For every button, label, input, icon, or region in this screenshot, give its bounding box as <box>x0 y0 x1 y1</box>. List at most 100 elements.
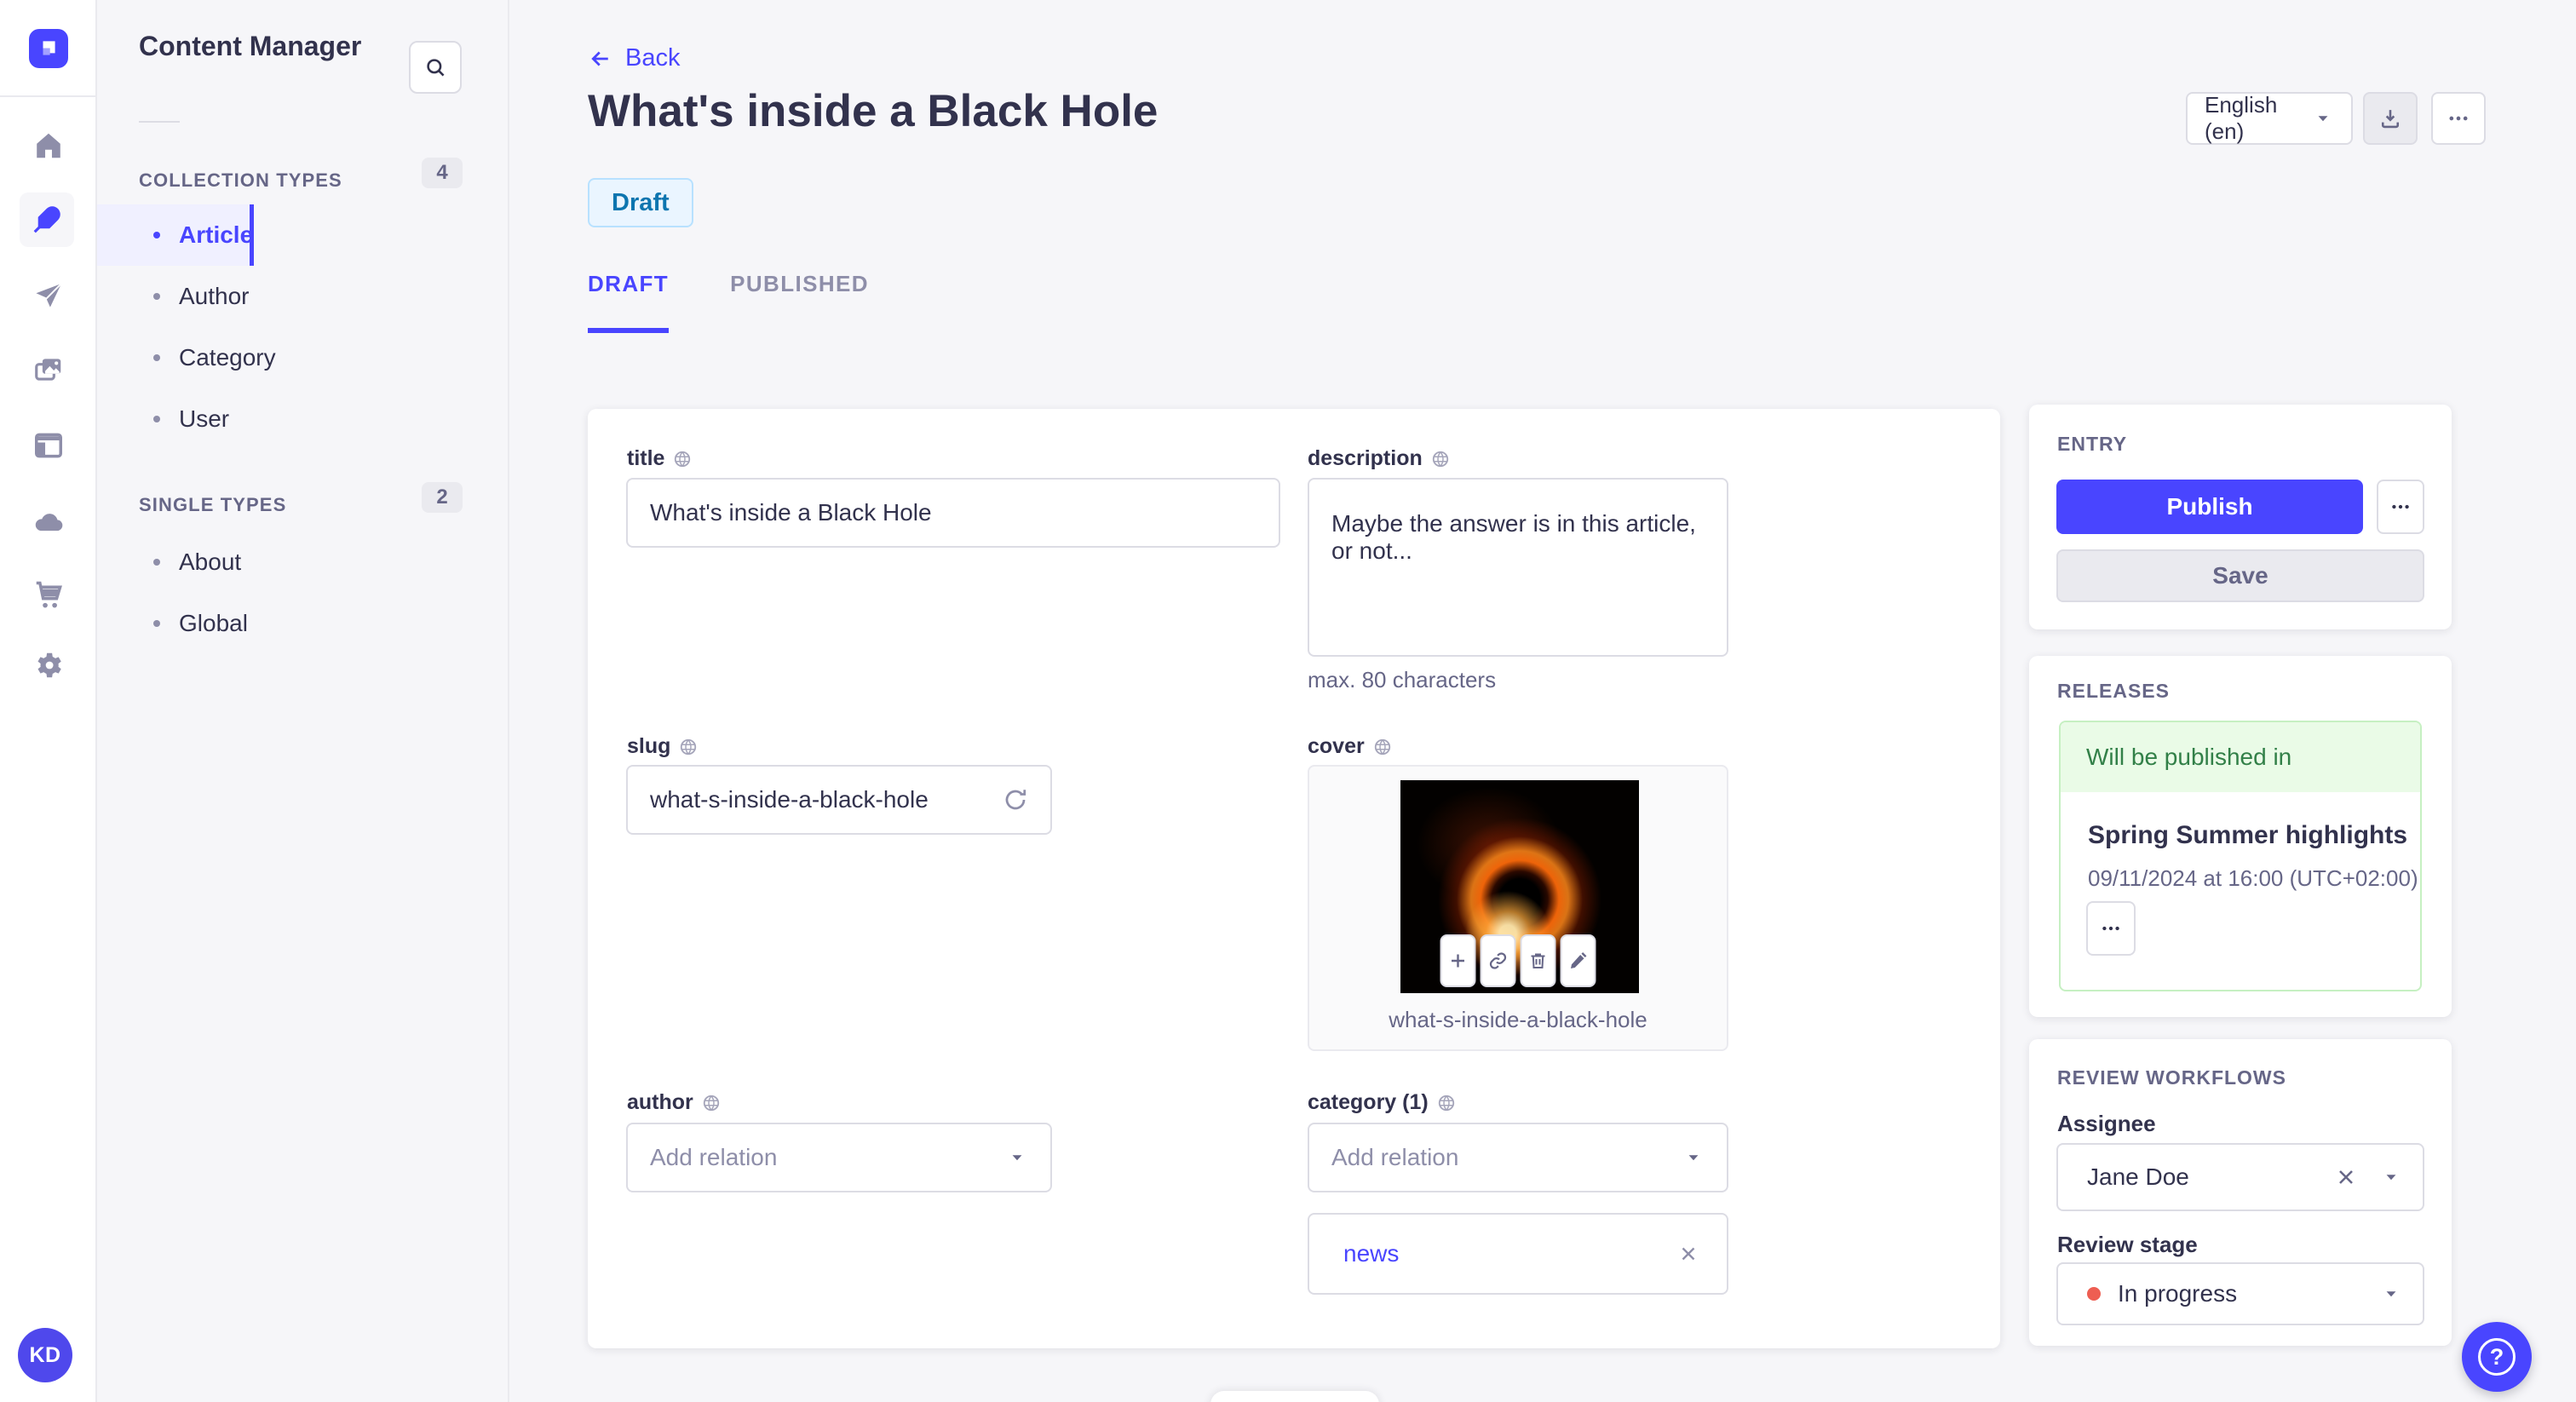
release-more-options-button[interactable] <box>2086 901 2136 956</box>
arrow-left-icon <box>588 46 613 72</box>
back-label: Back <box>625 44 681 72</box>
sidebar-item-label: User <box>179 405 230 432</box>
relation-placeholder: Add relation <box>650 1144 778 1170</box>
panel-title: Content Manager <box>139 31 362 61</box>
sidebar-item-label: About <box>179 549 242 575</box>
releases-panel-title: RELEASES <box>2057 680 2170 702</box>
globe-icon <box>679 738 698 756</box>
sidebar-item-user[interactable]: User <box>97 388 254 450</box>
sidebar-item-author[interactable]: Author <box>97 266 254 327</box>
title-input-value: What's inside a Black Hole <box>650 499 932 526</box>
strapi-logo-icon[interactable] <box>29 29 68 68</box>
link-icon <box>1488 951 1509 971</box>
sidebar-item-label: Article <box>179 221 254 248</box>
author-relation-select[interactable]: Add relation <box>626 1123 1052 1192</box>
description-textarea[interactable]: Maybe the answer is in this article, or … <box>1308 478 1728 657</box>
download-icon <box>2378 106 2402 130</box>
globe-icon <box>1437 1094 1456 1112</box>
assignee-label: Assignee <box>2057 1111 2156 1136</box>
slug-input[interactable]: what-s-inside-a-black-hole <box>626 765 1052 835</box>
help-question-icon: ? <box>2478 1338 2516 1376</box>
author-field-label: author <box>627 1090 721 1115</box>
remove-relation-icon[interactable] <box>1677 1243 1699 1265</box>
delete-media-button[interactable] <box>1520 934 1556 987</box>
bullet-icon <box>153 354 160 361</box>
sidebar-item-article[interactable]: Article <box>97 204 254 266</box>
field-label-text: description <box>1308 446 1423 470</box>
bullet-icon <box>153 620 160 627</box>
description-field-label: description <box>1308 446 1450 471</box>
relation-link-news[interactable]: news <box>1343 1240 1399 1267</box>
globe-icon <box>702 1094 721 1112</box>
back-link[interactable]: Back <box>588 44 680 72</box>
title-input[interactable]: What's inside a Black Hole <box>626 478 1280 548</box>
slug-field-label: slug <box>627 734 698 759</box>
slug-input-value: what-s-inside-a-black-hole <box>650 786 929 813</box>
help-button[interactable]: ? <box>2462 1322 2532 1392</box>
assignee-select[interactable]: Jane Doe <box>2056 1143 2424 1211</box>
title-field-label: title <box>627 446 692 471</box>
field-label-text: slug <box>627 734 671 758</box>
export-download-button[interactable] <box>2363 92 2418 145</box>
entry-panel-title: ENTRY <box>2057 433 2128 455</box>
publish-button[interactable]: Publish <box>2056 480 2363 534</box>
release-date: 09/11/2024 at 16:00 (UTC+02:00) <box>2088 865 2418 891</box>
category-relation-select[interactable]: Add relation <box>1308 1123 1728 1192</box>
content-manager-feather-icon[interactable] <box>20 192 74 247</box>
header-more-options-button[interactable] <box>2431 92 2486 145</box>
trash-icon <box>1528 951 1549 971</box>
sidebar-item-category[interactable]: Category <box>97 327 276 388</box>
edit-media-button[interactable] <box>1560 934 1596 987</box>
globe-icon <box>1373 738 1392 756</box>
home-icon[interactable] <box>0 129 97 162</box>
category-field-label: category (1) <box>1308 1090 1456 1115</box>
search-button[interactable] <box>409 41 462 94</box>
more-options-icon <box>2100 917 2122 939</box>
review-stage-select[interactable]: In progress <box>2056 1262 2424 1325</box>
user-avatar[interactable]: KD <box>18 1328 72 1382</box>
sidebar-item-global[interactable]: Global <box>97 593 254 654</box>
save-button[interactable]: Save <box>2056 549 2424 602</box>
review-workflows-panel: REVIEW WORKFLOWS Assignee Jane Doe Revie… <box>2029 1039 2452 1346</box>
regenerate-slug-icon[interactable] <box>1003 787 1028 813</box>
description-hint: max. 80 characters <box>1308 667 1497 692</box>
chevron-down-icon <box>2380 1283 2402 1305</box>
count-badge: 2 <box>422 482 463 513</box>
sidebar-item-label: Category <box>179 344 276 371</box>
locale-select-value: English (en) <box>2205 92 2278 144</box>
locale-select[interactable]: English (en) <box>2186 92 2353 145</box>
tab-draft[interactable]: DRAFT <box>588 271 670 333</box>
cloud-icon[interactable] <box>0 505 97 537</box>
next-section-peek <box>1210 1391 1379 1402</box>
copy-link-button[interactable] <box>1480 934 1516 987</box>
release-name[interactable]: Spring Summer highlights <box>2088 821 2407 850</box>
marketplace-cart-icon[interactable] <box>0 578 97 611</box>
globe-icon <box>1431 450 1450 468</box>
search-icon <box>423 55 447 79</box>
chevron-down-icon <box>1006 1146 1028 1169</box>
tab-published[interactable]: PUBLISHED <box>730 271 869 333</box>
sidebar-item-about[interactable]: About <box>97 531 254 593</box>
single-types-header: SINGLE TYPES 2 <box>97 482 509 523</box>
review-panel-title: REVIEW WORKFLOWS <box>2057 1066 2286 1089</box>
status-badge: Draft <box>588 178 693 227</box>
field-label-text: category (1) <box>1308 1090 1429 1114</box>
add-media-button[interactable] <box>1440 934 1476 987</box>
count-badge: 4 <box>422 158 463 188</box>
field-label-text: author <box>627 1090 693 1114</box>
bullet-icon <box>153 232 160 238</box>
settings-gear-icon[interactable] <box>0 649 97 681</box>
sidebar-item-label: Global <box>179 610 248 636</box>
cover-media-field: what-s-inside-a-black-hole <box>1308 765 1728 1051</box>
bullet-icon <box>153 416 160 422</box>
pencil-icon <box>1568 951 1589 971</box>
media-library-icon[interactable] <box>0 353 97 386</box>
clear-assignee-icon[interactable] <box>2334 1165 2358 1189</box>
chevron-down-icon <box>2380 1166 2402 1188</box>
content-type-builder-icon[interactable] <box>0 429 97 462</box>
section-label: SINGLE TYPES <box>139 494 287 515</box>
field-label-text: title <box>627 446 665 470</box>
entry-more-options-button[interactable] <box>2377 480 2424 534</box>
field-label-text: cover <box>1308 734 1365 758</box>
send-icon[interactable] <box>0 280 97 313</box>
